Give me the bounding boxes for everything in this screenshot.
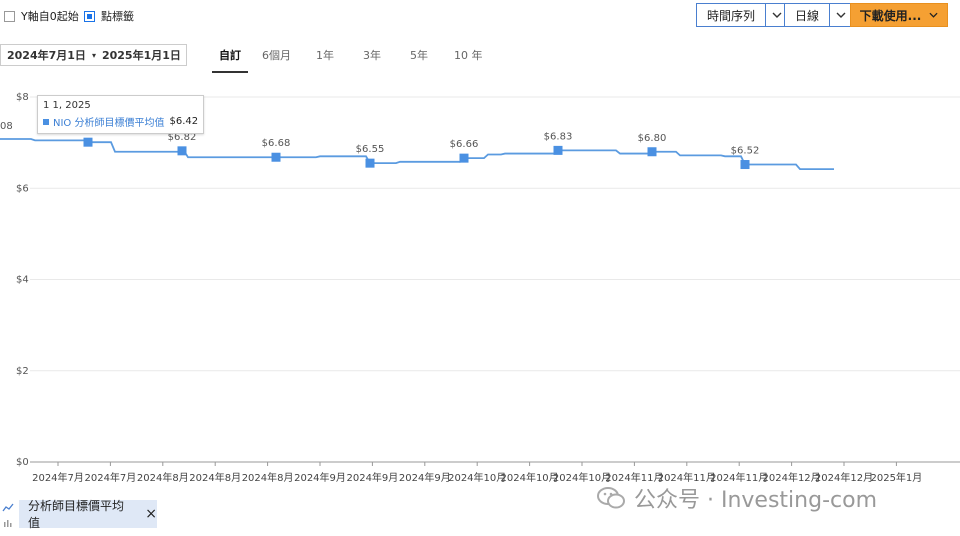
data-point-marker: [740, 160, 750, 170]
y-tick-label: $8: [16, 92, 29, 103]
x-tick-label: 2024年7月: [32, 471, 84, 484]
data-point-label: $6.68: [262, 138, 291, 149]
chart-svg: $0$2$4$6$82024年7月 2024年7月 2024年8月 2024年8月 20…: [0, 92, 960, 484]
legend-label: 分析師目標價平均值: [28, 499, 125, 530]
data-point-marker: [647, 147, 657, 157]
x-tick-label: 2024年10月: [501, 471, 559, 484]
left-cut-label: 08: [0, 121, 13, 132]
y-tick-label: $6: [16, 183, 29, 194]
tooltip-date: 1 1, 2025: [43, 100, 91, 111]
data-point-label: $6.52: [731, 146, 760, 157]
data-point-marker: [459, 153, 469, 163]
data-point-marker: [177, 146, 187, 156]
data-point-marker: [83, 137, 93, 147]
tooltip-value: $6.42: [169, 116, 199, 127]
data-point-label: $6.83: [544, 131, 573, 142]
x-tick-label: 2024年8月: [189, 471, 241, 484]
y-tick-label: $2: [16, 366, 29, 377]
x-tick-label: 2024年8月: [242, 471, 294, 484]
x-tick-label: 2024年8月: [137, 471, 189, 484]
chart-tooltip: 1 1, 2025 NIO 分析師目標價平均值 $6.42: [37, 95, 205, 134]
x-tick-label: 2025年1月: [870, 471, 922, 484]
data-point-label: $6.66: [450, 139, 479, 150]
series-marker-icon: [43, 118, 49, 125]
x-tick-label: 2024年9月: [346, 471, 398, 484]
data-point-label: $6.80: [638, 133, 667, 144]
x-tick-label: 2024年9月: [399, 471, 451, 484]
data-point-marker: [553, 145, 563, 155]
data-point-label: $6.55: [356, 144, 385, 155]
chart-type-icon[interactable]: [2, 502, 14, 530]
watermark-text: 公众号 · Investing-com: [634, 488, 877, 513]
data-point-marker: [271, 152, 281, 162]
data-point-marker: [365, 158, 375, 168]
tooltip-series: NIO 分析師目標價平均值: [53, 118, 165, 129]
y-tick-label: $4: [16, 275, 29, 286]
series-line: [0, 138, 834, 170]
watermark: 公众号 · Investing-com: [596, 482, 877, 514]
x-tick-label: 2024年10月: [448, 471, 506, 484]
y-tick-label: $0: [16, 457, 29, 468]
x-tick-label: 2024年9月: [294, 471, 346, 484]
wechat-icon: [597, 487, 625, 509]
x-tick-label: 2024年7月: [84, 471, 136, 484]
close-icon[interactable]: ×: [145, 506, 157, 522]
legend-chip[interactable]: 分析師目標價平均值 ×: [19, 499, 157, 530]
